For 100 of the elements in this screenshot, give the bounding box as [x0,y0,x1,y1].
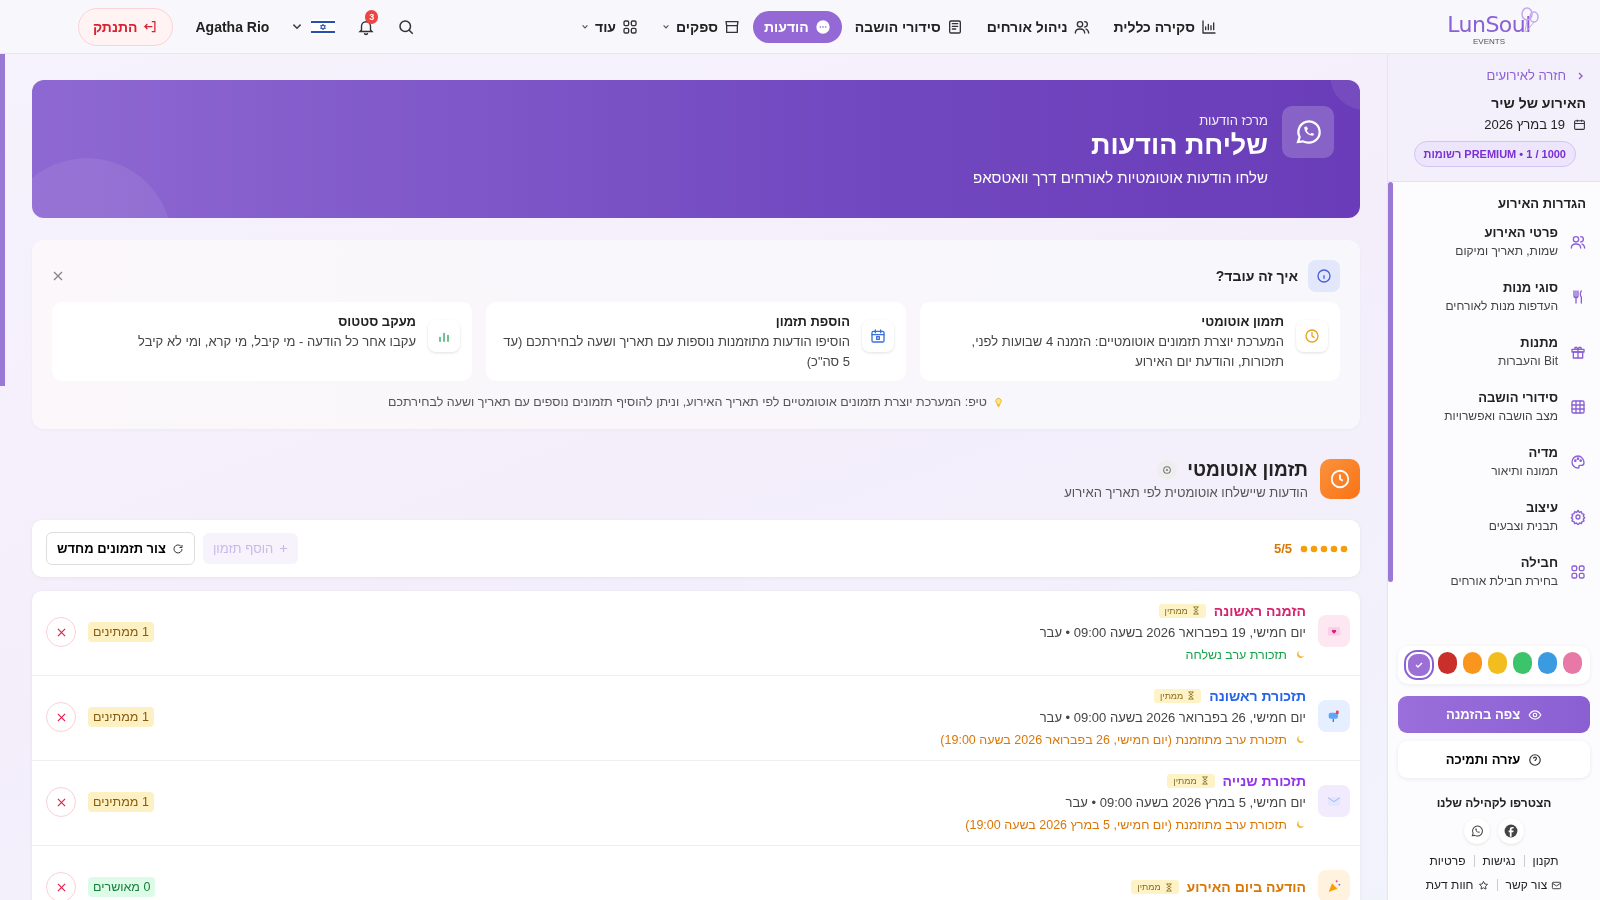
moon-icon [1295,819,1306,830]
schedule-title: תזכורת שנייה [1222,772,1306,789]
palette-icon [1570,453,1586,470]
caret-icon [662,22,671,31]
user-name[interactable]: Agatha Rio [195,18,270,35]
moon-icon [1295,734,1306,745]
item-title: פרטי האירוע [1483,225,1558,240]
delete-button[interactable] [46,787,76,817]
past-label: • עבר [1065,794,1097,810]
delete-button[interactable] [46,702,76,732]
hourglass-icon [1187,691,1196,700]
settings-icon [1570,508,1586,525]
preview-button[interactable]: צפה בהזמנה [1398,696,1590,733]
logout-button[interactable]: התנתק [78,7,174,46]
status-badge: ממתין [1167,773,1215,788]
logout-icon [143,19,159,34]
close-icon [56,882,66,892]
community-heading: הצטרפו לקהילה שלנו [1435,796,1553,810]
users-icon [1570,233,1586,250]
schedule-title: הזמנה ראשונה [1213,602,1306,619]
item-subtitle: Bit והעברות [1496,354,1558,368]
section-title: תזמון אוטומטי [1187,459,1308,481]
scrollbar[interactable] [1388,182,1393,582]
clock-icon [1320,459,1360,499]
delete-button[interactable] [46,872,76,900]
lightbulb-icon [993,396,1004,408]
language-selector[interactable] [291,18,336,35]
nav-tab[interactable]: עוד [570,10,650,43]
eye-icon [1528,707,1543,722]
search-icon[interactable] [397,17,416,36]
flag-icon [311,18,336,35]
notification-count: 3 [365,9,379,24]
color-swatch[interactable] [1563,652,1582,674]
settings-item[interactable]: פרטי האירוע שמות, תאריך ומיקום [1404,225,1586,258]
book-icon [946,18,963,35]
settings-item[interactable]: מדיה תמונה ותיאור [1404,445,1586,478]
close-icon[interactable] [52,270,64,282]
regenerate-button[interactable]: צור תזמונים מחדש [46,532,195,565]
scrollbar[interactable] [0,54,5,386]
close-icon [56,627,66,637]
settings-item[interactable]: עיצוב תבנית וצבעים [1404,500,1586,533]
hourglass-icon [1200,776,1209,785]
item-subtitle: שמות, תאריך ומיקום [1454,244,1558,258]
color-swatch[interactable] [1463,652,1482,674]
status-badge: ממתין [1153,688,1202,703]
section-subtitle: הודעות שיישלחו אוטומטית לפי תאריך האירוע [1064,485,1308,500]
store-icon [724,18,740,35]
schedule-title: תזכורת ראשונה [1209,687,1306,704]
color-swatch[interactable] [1513,652,1532,674]
info-icon [1308,260,1340,292]
item-subtitle: תבנית וצבעים [1487,519,1558,533]
settings-item[interactable]: מתנות Bit והעברות [1404,335,1586,368]
footer-link[interactable]: פרטיות [1429,854,1466,868]
settings-item[interactable]: חבילה בחירת חבילת אורחים [1404,555,1586,588]
check-icon [1414,660,1424,670]
footer-link[interactable]: תקנון [1532,854,1559,868]
help-button[interactable]: עזרה ותמיכה [1398,741,1590,778]
logo[interactable]: LunSoul EVENTS [1447,7,1541,46]
nav-tab[interactable]: הודעות [753,10,842,43]
nav-tab[interactable]: סקירה כללית [1102,10,1228,43]
settings-item[interactable]: סידורי הושבה מצב הושבה ואפשרויות [1404,390,1586,423]
nav-tab[interactable]: סידורי הושבה [843,10,974,43]
feature-title: מעקב סטטוס [337,314,416,329]
whatsapp-button[interactable] [1464,818,1490,844]
help-icon [1528,752,1543,767]
item-title: סוגי מנות [1501,280,1558,295]
settings-icon[interactable] [1157,460,1178,480]
banner-eyebrow: מרכז הודעות [1198,112,1268,128]
feature-description: הוסיפו הודעות מתוזמנות נוספות עם תאריך ושעה לבחירתכם (עד 5 סה"כ) [502,333,850,372]
whatsapp-icon [1470,824,1484,838]
nav-tab[interactable]: ניהול אורחים [975,10,1101,43]
chat-icon [814,18,831,35]
status-badge: ממתין [1158,603,1206,618]
nav-tab[interactable]: ספקים [651,10,751,43]
grid-icon [1570,563,1586,580]
footer-link[interactable]: נגישות [1482,854,1516,868]
refresh-icon [171,542,184,555]
reminder-text: תזכורת ערב נשלחה [1185,647,1287,662]
settings-item[interactable]: סוגי מנות העדפות מנות לאורחים [1404,280,1586,313]
recipient-count: 1 ממתינים [88,622,154,642]
event-title: האירוע של שיר [1490,95,1586,111]
recipient-count: 1 ממתינים [88,707,154,727]
reminder-text: תזכורת ערב מתוזמנת (יום חמישי, 26 בפברואר 2026 בשעה 19:00) [940,732,1287,747]
facebook-icon [1504,824,1518,838]
feedback-link[interactable]: חוות דעת [1425,878,1489,892]
close-icon [56,797,66,807]
color-swatch[interactable] [1438,652,1457,674]
color-swatch[interactable] [1488,652,1507,674]
facebook-button[interactable] [1498,818,1524,844]
schedule-count: 5/5 [1273,541,1292,556]
message-icon [1318,615,1350,647]
back-link[interactable]: חזרה לאירועים [1400,68,1586,83]
message-icon [1318,700,1350,732]
page-title: שליחת הודעות [1090,129,1268,161]
star-icon [1477,879,1489,891]
color-swatch[interactable] [1538,652,1557,674]
contact-link[interactable]: צור קשר [1505,878,1563,892]
delete-button[interactable] [46,617,76,647]
color-swatch[interactable] [1406,652,1432,678]
tip-text: טיפ: המערכת יוצרת תזמונים אוטומטיים לפי תאריך האירוע, וניתן להוסיף תזמונים נוספים עם תאריך ושעה לבחירתכם [388,395,987,409]
